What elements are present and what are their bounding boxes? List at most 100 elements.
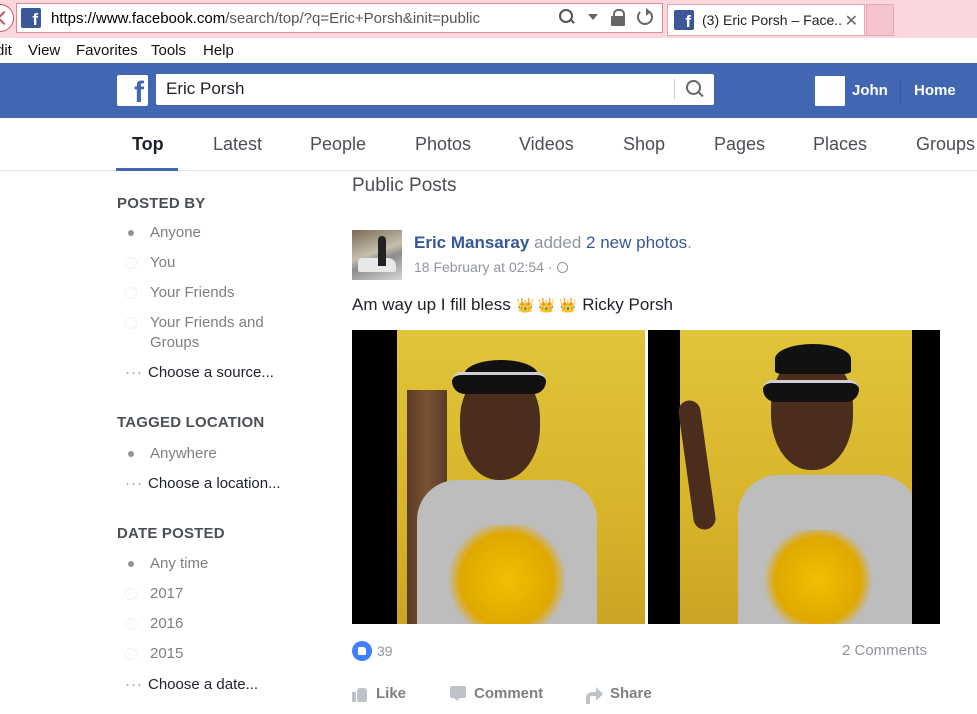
active-tab-indicator xyxy=(116,168,178,171)
share-button[interactable]: Share xyxy=(586,685,652,704)
browser-tab[interactable]: f (3) Eric Porsh – Face... ✕ xyxy=(667,4,865,36)
radio-anyone[interactable] xyxy=(125,227,137,239)
radio-your-friends[interactable] xyxy=(125,287,137,299)
filter-option-any-time[interactable]: Any time xyxy=(150,554,208,574)
crown-emoji-icon: 👑 👑 👑 xyxy=(516,297,577,313)
post-author-link[interactable]: Eric Mansaray xyxy=(414,233,529,252)
menu-favorites[interactable]: Favorites xyxy=(76,42,138,59)
tab-title: (3) Eric Porsh – Face... xyxy=(702,12,842,28)
avatar-car-shape xyxy=(358,258,396,272)
filter-option-2017[interactable]: 2017 xyxy=(150,584,183,604)
close-tab-icon[interactable]: ✕ xyxy=(845,11,858,31)
filter-option-friends-and-groups[interactable]: Your Friends and xyxy=(150,313,264,333)
choose-date-link[interactable]: Choose a date... xyxy=(148,676,258,693)
menu-help[interactable]: Help xyxy=(203,42,234,59)
post-photo-1[interactable] xyxy=(352,330,645,624)
post-verb: added xyxy=(529,233,587,252)
comment-button[interactable]: Comment xyxy=(450,685,543,702)
radio-anywhere[interactable] xyxy=(125,448,137,460)
tab-photos[interactable]: Photos xyxy=(415,134,471,155)
radio-2016[interactable] xyxy=(125,618,137,630)
globe-icon xyxy=(556,261,568,273)
menu-tools[interactable]: Tools xyxy=(151,42,186,59)
post-text-before: Am way up I fill bless xyxy=(352,295,516,314)
filter-option-your-friends[interactable]: Your Friends xyxy=(150,283,235,303)
new-tab-button[interactable] xyxy=(866,4,894,36)
tab-people[interactable]: People xyxy=(310,134,366,155)
post-author-avatar[interactable] xyxy=(352,230,402,280)
filter-heading-tagged-location: TAGGED LOCATION xyxy=(117,414,265,431)
post-period: . xyxy=(687,233,692,252)
like-label: Like xyxy=(376,685,407,702)
search-tabs: Top Latest People Photos Videos Shop Pag… xyxy=(0,118,977,171)
filter-option-anyone[interactable]: Anyone xyxy=(150,223,201,243)
post-photos-link[interactable]: 2 new photos xyxy=(586,233,687,252)
photo-sunglasses-shape xyxy=(452,372,546,394)
search-icon[interactable] xyxy=(558,8,576,26)
share-icon xyxy=(586,686,603,704)
radio-friends-and-groups[interactable] xyxy=(125,317,137,329)
search-box xyxy=(156,74,714,105)
facebook-favicon-icon: f xyxy=(674,10,694,31)
back-button[interactable] xyxy=(0,4,14,32)
photo-black-bar xyxy=(352,330,397,624)
search-input[interactable] xyxy=(156,74,656,103)
menu-bar: dit View Favorites Tools Help xyxy=(0,38,977,63)
filter-option-2015[interactable]: 2015 xyxy=(150,644,183,664)
photo-shirt-print-shape xyxy=(758,530,878,624)
radio-any-time[interactable] xyxy=(125,558,137,570)
post-timestamp[interactable]: 18 February at 02:54 · xyxy=(414,259,568,275)
more-dots-icon: ··· xyxy=(125,475,143,492)
url-text[interactable]: https://www.facebook.com/search/top/?q=E… xyxy=(51,10,480,27)
photo-shirt-print-shape xyxy=(442,525,572,624)
like-button[interactable]: Like xyxy=(352,685,406,702)
post-actions: Like Comment Share xyxy=(352,683,932,708)
radio-2015[interactable] xyxy=(125,648,137,660)
dropdown-arrow-icon[interactable] xyxy=(584,8,602,26)
address-bar[interactable]: f https://www.facebook.com/search/top/?q… xyxy=(16,3,663,33)
filter-option-anywhere[interactable]: Anywhere xyxy=(150,444,217,464)
facebook-logo-icon[interactable]: f xyxy=(117,75,148,109)
tab-videos[interactable]: Videos xyxy=(519,134,574,155)
tab-top[interactable]: Top xyxy=(132,134,164,155)
menu-edit[interactable]: dit xyxy=(0,42,12,59)
tab-groups[interactable]: Groups xyxy=(916,134,975,155)
tab-pages[interactable]: Pages xyxy=(714,134,765,155)
post-text: Am way up I fill bless 👑 👑 👑 Ricky Porsh xyxy=(352,295,673,315)
refresh-icon[interactable] xyxy=(636,8,654,26)
post-photo-2[interactable] xyxy=(648,330,940,624)
choose-source-link[interactable]: Choose a source... xyxy=(148,364,274,381)
filter-option-you[interactable]: You xyxy=(150,253,175,273)
like-count: 39 xyxy=(377,643,393,659)
filter-option-friends-and-groups-line2[interactable]: Groups xyxy=(150,333,199,353)
more-dots-icon: ··· xyxy=(125,364,143,381)
reactions-summary[interactable]: 39 xyxy=(352,641,393,661)
user-avatar[interactable] xyxy=(815,76,845,106)
photo-sunglasses-shape xyxy=(763,380,859,402)
share-label: Share xyxy=(610,685,652,702)
tab-places[interactable]: Places xyxy=(813,134,867,155)
post-date-text: 18 February at 02:54 · xyxy=(414,259,553,275)
magnifier-icon xyxy=(685,79,705,99)
profile-link[interactable]: John xyxy=(852,82,888,99)
home-link[interactable]: Home xyxy=(914,82,956,99)
facebook-top-bar: f John Home xyxy=(0,63,977,118)
radio-you[interactable] xyxy=(125,257,137,269)
thumbs-up-icon xyxy=(352,686,368,702)
tab-latest[interactable]: Latest xyxy=(213,134,262,155)
nav-divider xyxy=(900,79,901,103)
browser-chrome: f https://www.facebook.com/search/top/?q… xyxy=(0,0,977,38)
comments-count-link[interactable]: 2 Comments xyxy=(842,642,927,659)
tab-shop[interactable]: Shop xyxy=(623,134,665,155)
more-dots-icon: ··· xyxy=(125,676,143,693)
comment-icon xyxy=(450,685,466,702)
search-button[interactable] xyxy=(674,79,714,99)
menu-view[interactable]: View xyxy=(28,42,60,59)
photo-black-bar xyxy=(912,330,940,624)
comment-label: Comment xyxy=(474,685,544,702)
radio-2017[interactable] xyxy=(125,588,137,600)
choose-location-link[interactable]: Choose a location... xyxy=(148,475,281,492)
like-reaction-icon xyxy=(352,641,372,661)
lock-icon[interactable] xyxy=(610,8,628,26)
filter-option-2016[interactable]: 2016 xyxy=(150,614,183,634)
